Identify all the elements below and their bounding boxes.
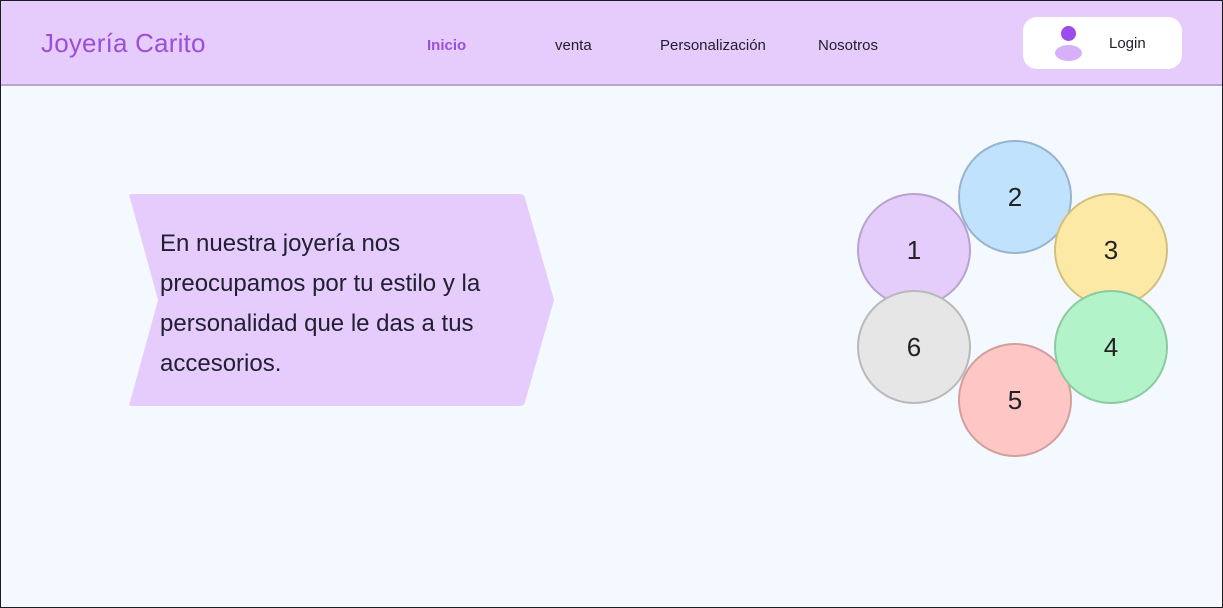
user-icon-head bbox=[1061, 26, 1076, 41]
user-icon-body bbox=[1055, 45, 1082, 61]
login-button[interactable]: Login bbox=[1023, 17, 1182, 69]
nav-link-personalizacion[interactable]: Personalización bbox=[660, 37, 766, 54]
intro-text: En nuestra joyería nos preocupamos por t… bbox=[160, 230, 481, 377]
user-icon bbox=[1053, 26, 1083, 62]
nav-link-nosotros[interactable]: Nosotros bbox=[818, 37, 878, 54]
navbar: Joyería Carito Inicio venta Personalizac… bbox=[1, 1, 1222, 86]
page-frame: Joyería Carito Inicio venta Personalizac… bbox=[0, 0, 1223, 608]
circle-6[interactable]: 6 bbox=[857, 290, 971, 404]
nav-link-venta[interactable]: venta bbox=[555, 37, 592, 54]
circle-4[interactable]: 4 bbox=[1054, 290, 1168, 404]
nav-link-inicio[interactable]: Inicio bbox=[427, 37, 466, 54]
brand-logo[interactable]: Joyería Carito bbox=[41, 28, 206, 59]
intro-banner: En nuestra joyería nos preocupamos por t… bbox=[128, 194, 554, 406]
login-label: Login bbox=[1109, 35, 1146, 52]
